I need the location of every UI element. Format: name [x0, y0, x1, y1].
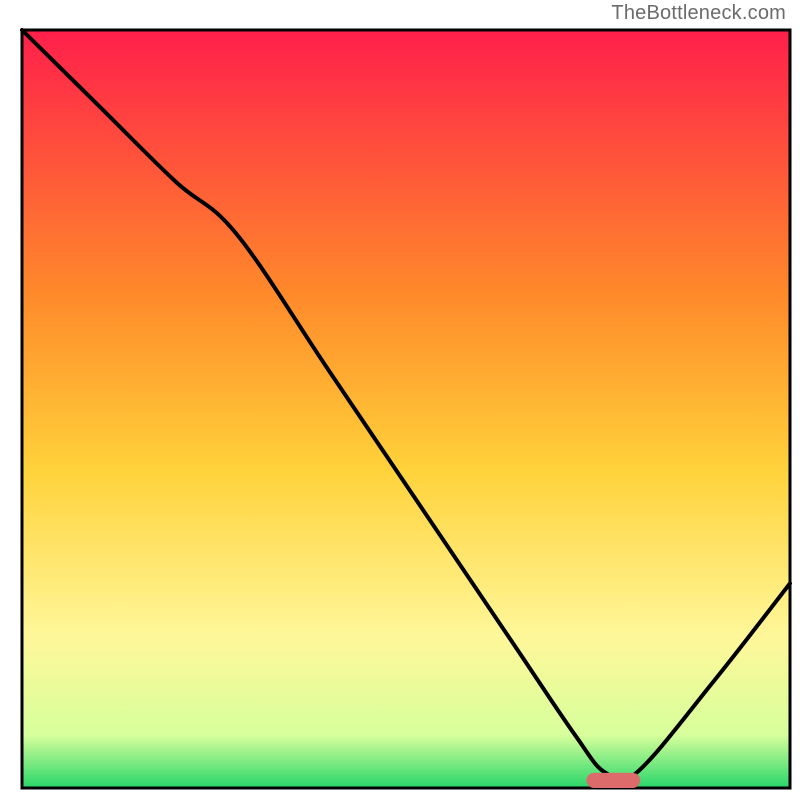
optimal-marker	[586, 773, 640, 788]
watermark-label: TheBottleneck.com	[611, 2, 786, 25]
bottleneck-chart	[0, 0, 800, 800]
chart-container: { "watermark": "TheBottleneck.com", "col…	[0, 0, 800, 800]
